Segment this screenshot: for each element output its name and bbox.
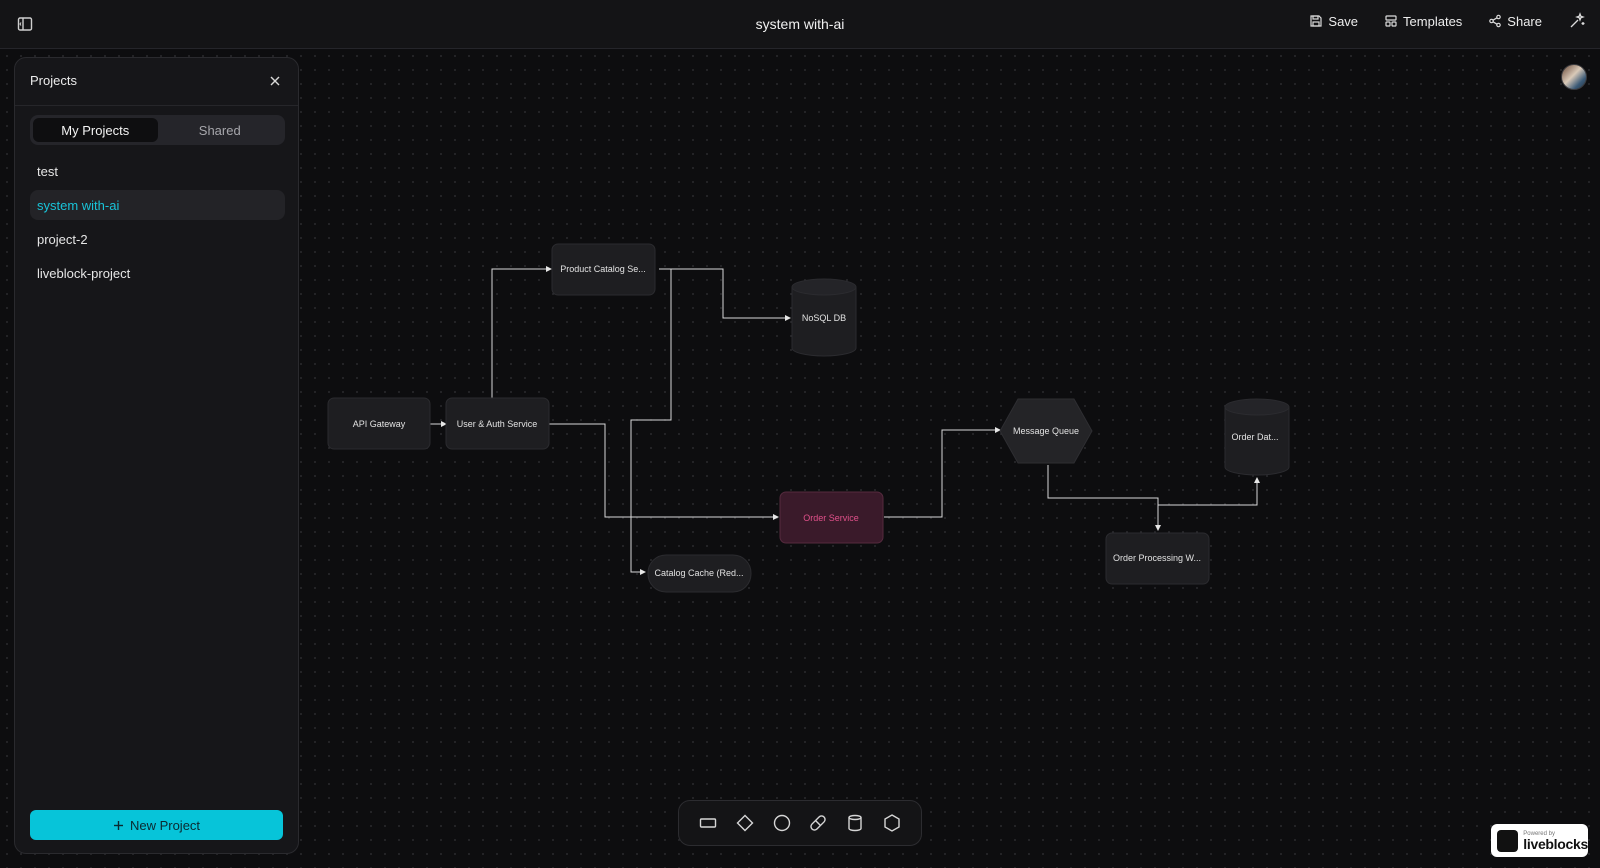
tab-shared[interactable]: Shared bbox=[158, 118, 283, 142]
templates-icon bbox=[1385, 15, 1397, 27]
sidebar-toggle-icon[interactable] bbox=[16, 15, 34, 33]
rectangle-icon bbox=[699, 818, 717, 828]
pill-icon bbox=[810, 815, 827, 831]
project-list: test system with-ai project-2 liveblock-… bbox=[30, 156, 285, 292]
new-project-button[interactable]: New Project bbox=[30, 810, 283, 840]
share-button[interactable]: Share bbox=[1488, 14, 1542, 29]
edge-catalog-to-cache bbox=[630, 269, 672, 575]
node-order-service[interactable]: Order Service bbox=[779, 491, 884, 544]
shape-toolbar bbox=[678, 800, 922, 846]
svg-text:Message Queue: Message Queue bbox=[1013, 426, 1079, 436]
cylinder-icon bbox=[848, 814, 862, 832]
edge-processing-to-orderdb bbox=[1158, 477, 1260, 506]
save-label: Save bbox=[1328, 13, 1359, 29]
node-user-auth-service[interactable]: User & Auth Service bbox=[445, 397, 550, 450]
templates-label: Templates bbox=[1403, 13, 1463, 29]
user-avatar[interactable] bbox=[1561, 64, 1587, 90]
share-label: Share bbox=[1507, 13, 1542, 29]
node-message-queue[interactable]: Message Queue bbox=[999, 398, 1093, 464]
edge-queue-to-processing bbox=[1047, 465, 1161, 531]
templates-button[interactable]: Templates bbox=[1384, 14, 1462, 29]
plus-icon bbox=[113, 820, 123, 830]
header-actions: Save Templates Share bbox=[1309, 12, 1586, 30]
edge-auth-to-order bbox=[549, 423, 779, 520]
liveblocks-badge-text: Powered by liveblocks bbox=[1523, 831, 1588, 851]
liveblocks-brand-label: liveblocks bbox=[1523, 835, 1588, 852]
save-icon bbox=[1310, 15, 1323, 27]
cylinder-tool-button[interactable] bbox=[841, 809, 869, 837]
svg-text:Order Service: Order Service bbox=[803, 513, 859, 523]
project-item-project-2[interactable]: project-2 bbox=[30, 224, 285, 254]
svg-text:User & Auth Service: User & Auth Service bbox=[457, 419, 538, 429]
svg-text:NoSQL DB: NoSQL DB bbox=[802, 313, 846, 323]
edge-auth-to-catalog bbox=[491, 266, 552, 398]
projects-tabs: My Projects Shared bbox=[30, 115, 285, 145]
project-item-system-with-ai[interactable]: system with-ai bbox=[30, 190, 285, 220]
svg-text:Order Dat...: Order Dat... bbox=[1231, 432, 1278, 442]
share-icon bbox=[1489, 14, 1502, 28]
rectangle-tool-button[interactable] bbox=[694, 809, 722, 837]
node-product-catalog-service[interactable]: Product Catalog Se... bbox=[551, 243, 656, 296]
sparkle-wand-icon[interactable] bbox=[1568, 12, 1586, 30]
hexagon-tool-button[interactable] bbox=[878, 809, 906, 837]
liveblocks-logo-icon bbox=[1497, 829, 1519, 852]
projects-panel-title: Projects bbox=[30, 73, 77, 88]
projects-panel-header: Projects bbox=[15, 58, 298, 106]
circle-icon bbox=[773, 814, 790, 832]
edge-order-to-queue bbox=[884, 427, 1001, 518]
diamond-tool-button[interactable] bbox=[731, 809, 759, 837]
project-item-liveblock-project[interactable]: liveblock-project bbox=[30, 258, 285, 288]
edge-catalog-to-nosql bbox=[659, 268, 791, 321]
tab-my-projects[interactable]: My Projects bbox=[33, 118, 158, 142]
node-api-gateway[interactable]: API Gateway bbox=[327, 397, 431, 450]
liveblocks-badge[interactable]: Powered by liveblocks bbox=[1491, 824, 1588, 857]
hexagon-icon bbox=[884, 814, 900, 832]
node-order-database[interactable]: Order Dat... bbox=[1224, 398, 1290, 476]
node-catalog-cache[interactable]: Catalog Cache (Red... bbox=[647, 554, 752, 593]
pill-tool-button[interactable] bbox=[804, 809, 832, 837]
save-button[interactable]: Save bbox=[1309, 14, 1358, 29]
svg-text:API Gateway: API Gateway bbox=[353, 419, 406, 429]
svg-text:Order Processing W...: Order Processing W... bbox=[1113, 553, 1201, 563]
new-project-label: New Project bbox=[129, 817, 201, 833]
top-bar: system with-ai Save Templates Share bbox=[0, 0, 1600, 49]
svg-text:Catalog Cache (Red...: Catalog Cache (Red... bbox=[654, 568, 743, 578]
project-item-test[interactable]: test bbox=[30, 156, 285, 186]
node-order-processing-worker[interactable]: Order Processing W... bbox=[1105, 532, 1210, 585]
close-icon[interactable] bbox=[268, 74, 282, 88]
diamond-icon bbox=[736, 814, 754, 832]
svg-text:Product Catalog Se...: Product Catalog Se... bbox=[560, 264, 646, 274]
projects-panel: Projects My Projects Shared test system … bbox=[14, 57, 299, 854]
circle-tool-button[interactable] bbox=[768, 809, 796, 837]
node-nosql-db[interactable]: NoSQL DB bbox=[791, 278, 857, 357]
